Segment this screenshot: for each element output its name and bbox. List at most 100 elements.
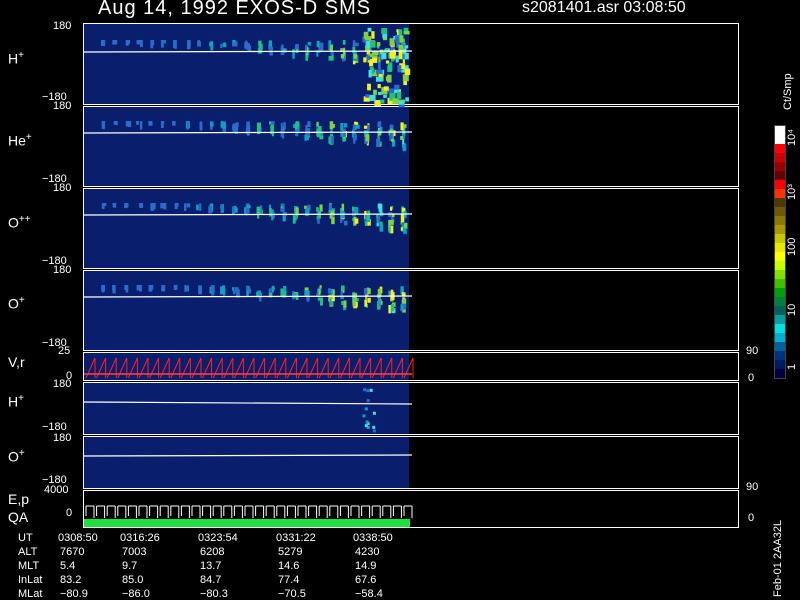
- spectrogram-patch: [372, 411, 376, 415]
- spectrogram-patch: [138, 285, 142, 292]
- trace-line: [371, 357, 382, 379]
- trace-line: [233, 357, 244, 379]
- panel-label-he-plus: He+: [8, 132, 32, 149]
- ytick-max: 180: [53, 20, 72, 32]
- spectrogram-patch: [371, 31, 375, 39]
- ephemeris-value: 0316:26: [120, 532, 160, 544]
- spectrogram-patch: [246, 204, 251, 209]
- spectrogram-patch: [367, 27, 372, 32]
- trace-line: [212, 357, 223, 379]
- spectrogram-patch: [232, 125, 235, 130]
- ephemeris-value: 67.6: [355, 574, 377, 586]
- spectrogram-patch: [331, 136, 334, 145]
- spectrogram-patch: [352, 40, 356, 48]
- spectrogram-patch: [362, 414, 366, 418]
- ep-right-bottom: 0: [748, 512, 755, 524]
- spectrogram-patch: [379, 127, 383, 132]
- panel-label-qa: QA: [8, 509, 29, 525]
- spectrogram-patch: [343, 123, 348, 128]
- spectrogram-patch: [366, 399, 370, 403]
- spectrogram-patch: [220, 204, 223, 212]
- trace-line: [117, 357, 128, 379]
- ep-right-top: 90: [746, 481, 759, 493]
- spectrogram-patch: [378, 214, 381, 221]
- spectrogram-patch: [232, 206, 235, 213]
- ephemeris-value: 0338:50: [353, 532, 393, 544]
- spectrogram-patch: [385, 76, 391, 82]
- spectrogram-patch: [364, 125, 368, 129]
- spectrogram-patch: [328, 204, 332, 211]
- trace-line: [159, 357, 170, 379]
- spectrogram-patch: [383, 94, 387, 98]
- ephemeris-value: 77.4: [278, 574, 300, 586]
- ephemeris-label: ALT: [18, 546, 38, 558]
- spectrogram-patch: [328, 55, 332, 61]
- trace-line: [202, 357, 213, 379]
- colorbar-segment: [775, 135, 785, 144]
- spectrogram-patch: [389, 132, 393, 140]
- colorbar-segment: [775, 360, 785, 369]
- spectrogram-patch: [383, 86, 389, 91]
- spectrogram-patch: [292, 292, 297, 298]
- colorbar-segment: [775, 288, 785, 297]
- spectrogram-patch: [404, 45, 409, 49]
- trace-line: [83, 401, 413, 405]
- ytick-max: 180: [53, 432, 72, 444]
- panel-label-o-plus: O+: [8, 295, 25, 312]
- spectrogram-patch: [173, 40, 176, 49]
- vr-left-top: 25: [58, 345, 71, 357]
- colorbar-segment: [775, 189, 785, 198]
- spectrogram-patch: [369, 388, 373, 392]
- colorbar-segment: [775, 297, 785, 306]
- spectrogram-patch: [389, 124, 394, 129]
- spectrogram-patch: [353, 54, 358, 59]
- spectrogram-patch: [258, 40, 262, 47]
- ep-left-top: 4000: [44, 484, 69, 496]
- spectrogram-patch: [377, 299, 381, 307]
- spectrogram-patch: [196, 204, 199, 211]
- ephemeris-label: MLT: [18, 560, 40, 572]
- ytick-max: 180: [53, 264, 72, 276]
- panel-label-vr: V,r: [8, 354, 25, 370]
- spectrogram-patch: [280, 122, 283, 132]
- panel-label-h-plus-lower: H+: [8, 393, 24, 410]
- spectrogram-patch: [364, 407, 368, 411]
- plot-graphics: [83, 27, 414, 527]
- spectrogram-patch: [398, 101, 404, 105]
- spectrogram-patch: [395, 36, 400, 43]
- trace-line: [392, 357, 403, 379]
- trace-line: [83, 295, 413, 298]
- spectrogram-patch: [364, 299, 367, 307]
- spectrogram-patch: [271, 285, 275, 293]
- trace-line: [180, 357, 191, 379]
- trace-line: [265, 357, 276, 379]
- ephemeris-value: 9.7: [122, 560, 138, 572]
- spectrogram-patch: [160, 203, 164, 209]
- ephemeris-value: 85.0: [122, 574, 144, 586]
- trace-line: [191, 357, 202, 379]
- spectrogram-patch: [403, 30, 410, 35]
- spectrogram-patch: [341, 203, 345, 211]
- colorbar-segment: [775, 225, 785, 234]
- spectrogram-patch: [375, 76, 382, 82]
- spectrogram-patch: [281, 44, 284, 49]
- trace-line: [170, 357, 181, 379]
- trace-line: [276, 357, 287, 379]
- trace-line: [308, 357, 319, 379]
- colorbar-tick: 10: [786, 303, 798, 316]
- spectrogram-patch: [222, 288, 226, 296]
- spectrogram-patch: [328, 288, 331, 294]
- spectrogram-patch: [317, 297, 322, 301]
- spectrogram-patch: [381, 28, 388, 35]
- colorbar-unit: Ct/Smp: [782, 73, 794, 110]
- ep-left-bottom: 0: [66, 507, 73, 519]
- colorbar-segment: [775, 144, 785, 153]
- spectrogram-patch: [390, 304, 395, 312]
- spectrogram-patch: [403, 124, 407, 128]
- spectrogram-patch: [352, 206, 355, 212]
- spectrogram-patch: [232, 42, 236, 47]
- ephemeris-value: 83.2: [60, 574, 82, 586]
- spectrogram-patch: [199, 203, 202, 211]
- spectrogram-patch: [404, 53, 409, 60]
- spectrogram-patch: [102, 40, 106, 47]
